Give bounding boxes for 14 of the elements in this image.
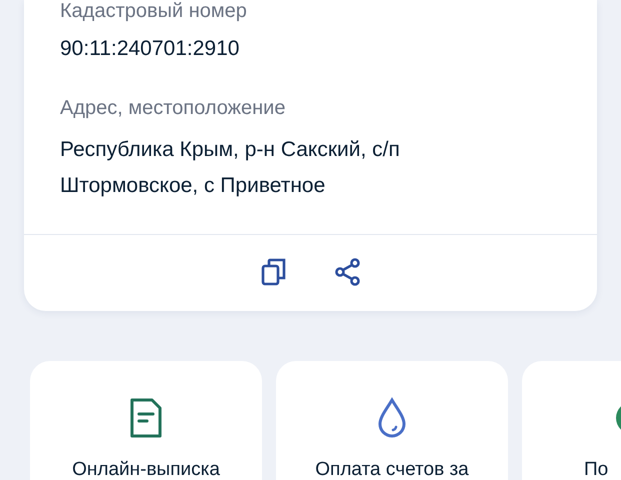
cadastral-number: 90:11:240701:2910: [60, 36, 240, 62]
share-icon[interactable]: [332, 257, 362, 287]
field-label: Кадастровый номер: [60, 0, 248, 23]
field-label: Адрес, местоположение: [60, 97, 286, 120]
service-card[interactable]: Оплата счетов за: [276, 361, 508, 480]
service-title: Оплата счетов за: [315, 459, 469, 480]
service-title: По: [584, 459, 608, 480]
address-text: Республика Крым, р-н Сакский, с/п Штормовское, с Приветное: [60, 137, 401, 199]
service-title: Онлайн-выписка: [72, 459, 220, 480]
document-icon: [128, 397, 164, 439]
copy-icon[interactable]: [258, 257, 288, 287]
service-card[interactable]: Онлайн-выписка: [30, 361, 262, 480]
drop-icon: [376, 397, 408, 439]
service-card[interactable]: По: [522, 361, 621, 480]
